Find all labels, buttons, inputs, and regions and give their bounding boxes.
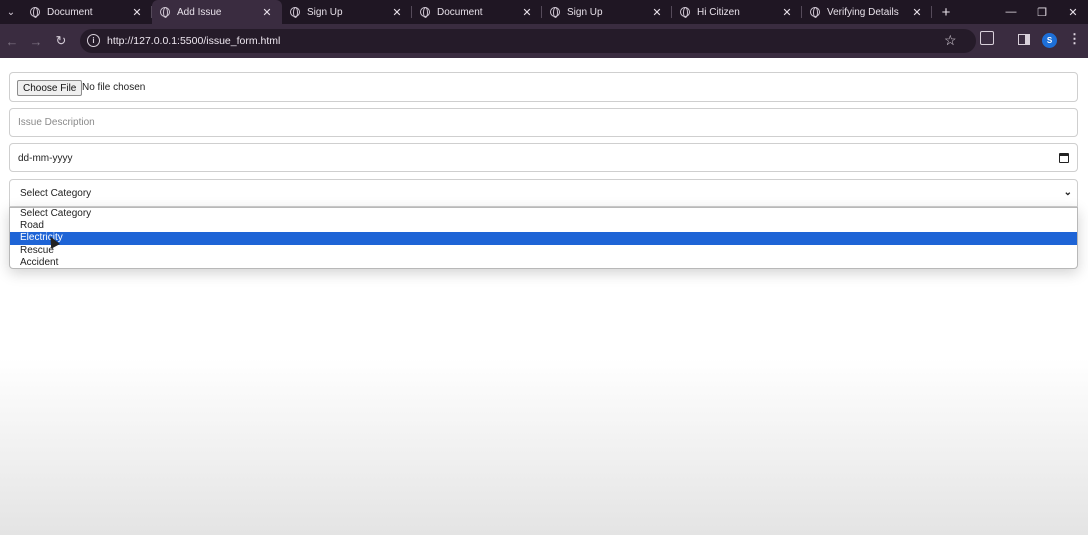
date-input-field[interactable]: dd-mm-yyyy <box>9 143 1078 172</box>
forward-arrow-icon[interactable]: → <box>27 32 45 50</box>
new-tab-plus-icon[interactable]: + <box>937 0 955 24</box>
back-arrow-icon[interactable]: ← <box>3 32 21 50</box>
tab-title: Sign Up <box>567 6 603 18</box>
file-input-field[interactable]: Choose File No file chosen <box>9 72 1078 102</box>
close-icon[interactable]: ✕ <box>259 4 275 20</box>
tab-title: Verifying Details <box>827 6 899 18</box>
page-content: Choose File No file chosen dd-mm-yyyy Se… <box>0 58 1088 535</box>
file-status-text: No file chosen <box>82 82 146 93</box>
browser-toolbar: ← → ↻ i http://127.0.0.1:5500/issue_form… <box>0 24 1088 58</box>
globe-icon <box>680 7 690 18</box>
chevron-down-icon: ⌄ <box>1063 187 1072 198</box>
tab-document-1[interactable]: Document ✕ <box>22 0 152 24</box>
date-placeholder: dd-mm-yyyy <box>18 153 73 164</box>
category-selected-value: Select Category <box>20 188 92 199</box>
globe-icon <box>810 7 820 18</box>
address-bar[interactable]: i http://127.0.0.1:5500/issue_form.html … <box>80 29 976 53</box>
category-dropdown-list: Select Category Road Electricity Rescue … <box>9 207 1078 269</box>
tab-hi-citizen[interactable]: Hi Citizen ✕ <box>672 0 802 24</box>
kebab-menu-icon[interactable]: ⋮ <box>1068 31 1081 47</box>
minimize-icon[interactable]: — <box>996 0 1026 24</box>
category-option[interactable]: Road <box>10 220 1077 232</box>
close-icon[interactable]: ✕ <box>649 4 665 20</box>
extensions-puzzle-icon[interactable] <box>980 31 994 45</box>
tab-list: Document ✕ Add Issue ✕ Sign Up ✕ Documen… <box>22 0 932 24</box>
tab-document-2[interactable]: Document ✕ <box>412 0 542 24</box>
tab-title: Hi Citizen <box>697 6 740 18</box>
issue-description-input[interactable] <box>10 109 1077 136</box>
site-info-icon[interactable]: i <box>87 34 100 47</box>
close-icon[interactable]: ✕ <box>909 4 925 20</box>
tab-title: Document <box>47 6 93 18</box>
close-icon[interactable]: ✕ <box>519 4 535 20</box>
tab-add-issue[interactable]: Add Issue ✕ <box>152 0 282 24</box>
category-option[interactable]: Accident <box>10 257 1077 269</box>
tab-search-chevron-icon[interactable]: ⌄ <box>0 0 22 24</box>
side-panel-icon[interactable] <box>1018 34 1030 45</box>
globe-icon <box>290 7 300 18</box>
globe-icon <box>420 7 430 18</box>
choose-file-button[interactable]: Choose File <box>17 80 83 96</box>
category-option[interactable]: Rescue <box>10 245 1077 257</box>
reload-icon[interactable]: ↻ <box>52 32 70 50</box>
tab-sign-up-2[interactable]: Sign Up ✕ <box>542 0 672 24</box>
issue-description-field[interactable] <box>9 108 1078 137</box>
tab-title: Add Issue <box>177 6 222 18</box>
globe-icon <box>30 7 40 18</box>
globe-icon <box>550 7 560 18</box>
restore-icon[interactable]: ❐ <box>1027 0 1057 24</box>
category-option[interactable]: Select Category <box>10 208 1077 220</box>
close-icon[interactable]: ✕ <box>129 4 145 20</box>
tab-sign-up-1[interactable]: Sign Up ✕ <box>282 0 412 24</box>
close-icon[interactable]: ✕ <box>389 4 405 20</box>
category-select[interactable]: Select Category ⌄ <box>9 179 1078 207</box>
bookmark-star-icon[interactable]: ☆ <box>944 32 957 49</box>
tab-title: Document <box>437 6 483 18</box>
category-option-highlighted[interactable]: Electricity <box>10 232 1077 245</box>
url-text: http://127.0.0.1:5500/issue_form.html <box>107 35 281 47</box>
tab-verifying-details[interactable]: Verifying Details ✕ <box>802 0 932 24</box>
tab-title: Sign Up <box>307 6 343 18</box>
calendar-icon[interactable] <box>1059 153 1069 163</box>
profile-avatar[interactable]: S <box>1042 33 1057 48</box>
tab-strip: ⌄ Document ✕ Add Issue ✕ Sign Up ✕ Docum… <box>0 0 1088 24</box>
globe-icon <box>160 7 170 18</box>
close-icon[interactable]: ✕ <box>779 4 795 20</box>
window-close-icon[interactable]: ✕ <box>1058 0 1088 24</box>
